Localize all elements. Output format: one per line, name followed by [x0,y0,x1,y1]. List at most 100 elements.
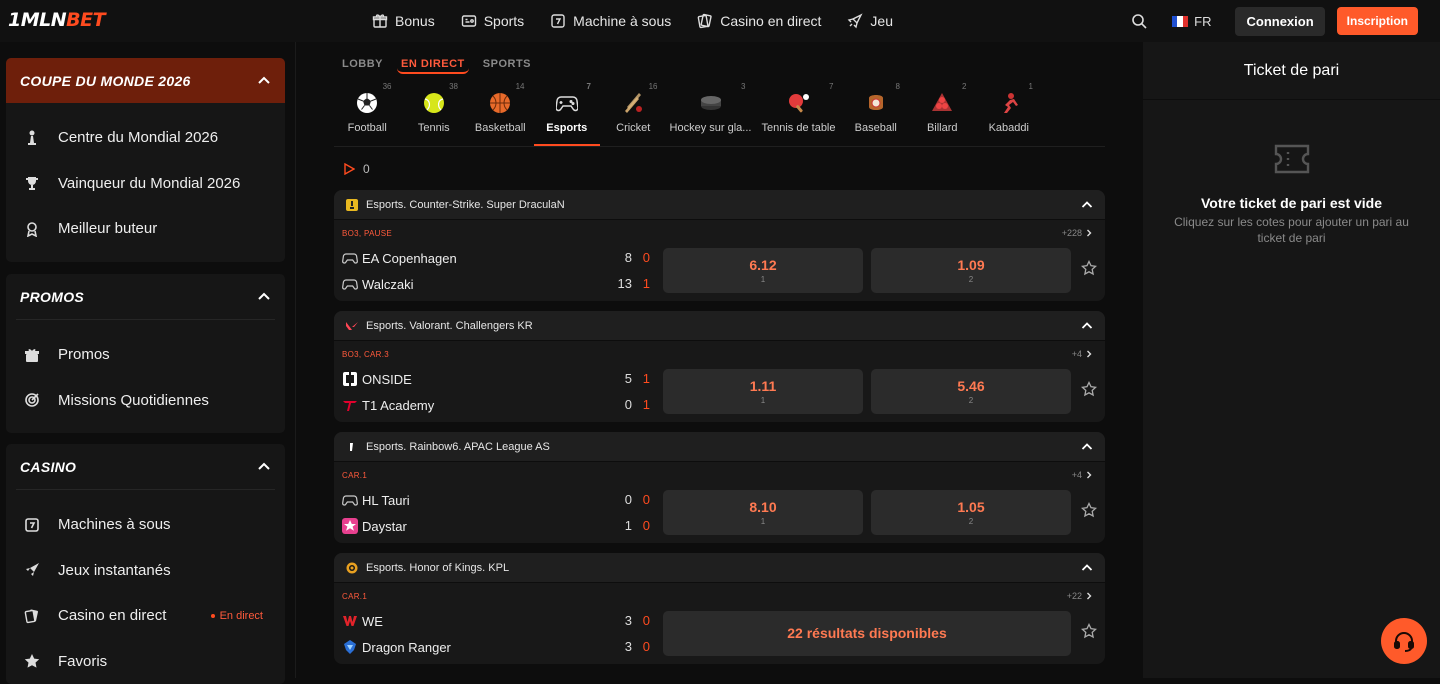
nav-games-label: Jeu [870,13,893,29]
world-cup-title: COUPE DU MONDE 2026 [20,73,191,89]
sport-basketball[interactable]: 14 Basketball [467,82,534,146]
favorite-star-icon[interactable] [1081,381,1097,397]
honor-of-kings-icon [346,562,358,574]
sidebar-item-daily-missions[interactable]: Missions Quotidiennes [6,378,285,424]
nav-games[interactable]: Jeu [847,13,893,29]
league-header[interactable]: Esports. Counter-Strike. Super DraculaN [334,190,1105,220]
more-markets-link[interactable]: +4 [1072,470,1093,480]
sport-football[interactable]: 36 Football [334,82,401,146]
sport-baseball[interactable]: 8 Baseball [843,82,910,146]
support-chat-button[interactable] [1381,618,1427,664]
odd-key: 2 [871,396,1071,405]
bet-slip-empty-title: Votre ticket de pari est vide [1143,195,1440,211]
favorite-star-icon[interactable] [1081,502,1097,518]
gift-icon [24,347,40,363]
league-card: Esports. Honor of Kings. KPL CAR.1 +22 W… [334,553,1105,664]
league-title: Esports. Rainbow6. APAC League AS [366,441,550,453]
odd-value: 8.10 [663,499,863,515]
favorite-star-icon[interactable] [1081,623,1097,639]
round-score: 1 [625,518,632,533]
sport-table-tennis[interactable]: 7 Tennis de table [755,82,843,146]
bet-slip-empty-state: Votre ticket de pari est vide Cliquez su… [1143,142,1440,246]
match-phase: BO3, CAR.3 [342,350,389,359]
odd-button-2[interactable]: 5.462 [871,369,1071,414]
sidebar-item-label: Meilleur buteur [58,220,157,237]
more-markets-link[interactable]: +228 [1062,228,1093,238]
chevron-up-icon [1081,562,1093,574]
league-header[interactable]: Esports. Rainbow6. APAC League AS [334,432,1105,462]
nav-sports[interactable]: Sports [461,13,524,29]
we-logo-icon [342,613,358,629]
casino-header[interactable]: CASINO [6,444,285,489]
valorant-icon [346,320,358,332]
login-button[interactable]: Connexion [1235,7,1324,36]
language-selector[interactable]: FR [1172,14,1211,29]
odd-button-1[interactable]: 1.111 [663,369,863,414]
tab-live[interactable]: EN DIRECT [397,56,469,74]
sidebar-item-label: Jeux instantanés [58,562,171,579]
round-score: 13 [618,276,632,291]
sport-count: 38 [449,82,458,91]
score-home: 80 [625,250,650,265]
sport-ice-hockey[interactable]: 3 Hockey sur gla... [667,82,755,146]
team-name: WE [362,614,383,629]
odd-button-1[interactable]: 6.121 [663,248,863,293]
logo-main: 1MLN [8,9,66,31]
match-row: CAR.1 +22 WE 30 Dragon Ranger 30 22 résu… [334,583,1105,664]
sidebar-item-slots[interactable]: Machines à sous [6,502,285,548]
odd-key: 2 [871,275,1071,284]
odd-key: 1 [663,396,863,405]
nav-slots[interactable]: Machine à sous [550,13,671,29]
sidebar-item-world-cup-winner[interactable]: Vainqueur du Mondial 2026 [6,161,285,207]
tab-lobby[interactable]: LOBBY [338,56,387,74]
logo[interactable]: 1MLNBET [8,9,105,31]
sport-count: 7 [829,82,833,91]
headset-icon [1393,630,1415,652]
tab-sports[interactable]: SPORTS [479,56,535,74]
league-header[interactable]: Esports. Valorant. Challengers KR [334,311,1105,341]
sport-count: 1 [1029,82,1033,91]
world-cup-header[interactable]: COUPE DU MONDE 2026 [6,58,285,103]
sidebar-item-label: Missions Quotidiennes [58,392,209,409]
odd-button-2[interactable]: 1.092 [871,248,1071,293]
more-markets-link[interactable]: +4 [1072,349,1093,359]
score-away: 01 [625,397,650,412]
sidebar-item-world-cup-center[interactable]: Centre du Mondial 2026 [6,115,285,161]
league-header[interactable]: Esports. Honor of Kings. KPL [334,553,1105,583]
sport-esports[interactable]: 7 Esports [534,82,601,146]
round-score: 5 [625,371,632,386]
nav-live-casino[interactable]: Casino en direct [697,13,821,29]
search-button[interactable] [1124,6,1154,36]
team-name: EA Copenhagen [362,251,457,266]
sidebar-item-promos[interactable]: Promos [6,332,285,378]
more-markets-count: +228 [1062,228,1082,238]
favorite-star-icon[interactable] [1081,260,1097,276]
odd-button-2[interactable]: 1.052 [871,490,1071,535]
round-score: 8 [625,250,632,265]
cards-icon [697,13,713,29]
score-home: 00 [625,492,650,507]
sport-cricket[interactable]: 16 Cricket [600,82,667,146]
sidebar-item-top-scorer[interactable]: Meilleur buteur [6,206,285,252]
casino-section: CASINO Machines à sous Jeux instantanés … [6,444,285,684]
results-available-button[interactable]: 22 résultats disponibles [663,611,1071,656]
bet-slip-title: Ticket de pari [1143,42,1440,100]
sidebar-item-favorites[interactable]: Favoris [6,639,285,684]
sport-tennis[interactable]: 38 Tennis [401,82,468,146]
odd-key: 1 [663,275,863,284]
promos-header[interactable]: PROMOS [6,274,285,319]
score-away: 131 [618,276,650,291]
sidebar-item-live-casino[interactable]: Casino en direct En direct [6,593,285,639]
odd-button-1[interactable]: 8.101 [663,490,863,535]
kabaddi-player-icon [998,92,1020,114]
sport-kabaddi[interactable]: 1 Kabaddi [976,82,1043,146]
sidebar-item-instant-games[interactable]: Jeux instantanés [6,548,285,594]
live-stream-filter[interactable]: 0 [343,162,370,176]
signup-button[interactable]: Inscription [1337,7,1418,35]
sport-billiards[interactable]: 2 Billard [909,82,976,146]
match-row: BO3, PAUSE +228 EA Copenhagen 80 Walczak… [334,220,1105,301]
play-icon [343,163,355,175]
sidebar-item-label: Promos [58,346,110,363]
nav-bonus[interactable]: Bonus [372,13,435,29]
more-markets-link[interactable]: +22 [1067,591,1093,601]
